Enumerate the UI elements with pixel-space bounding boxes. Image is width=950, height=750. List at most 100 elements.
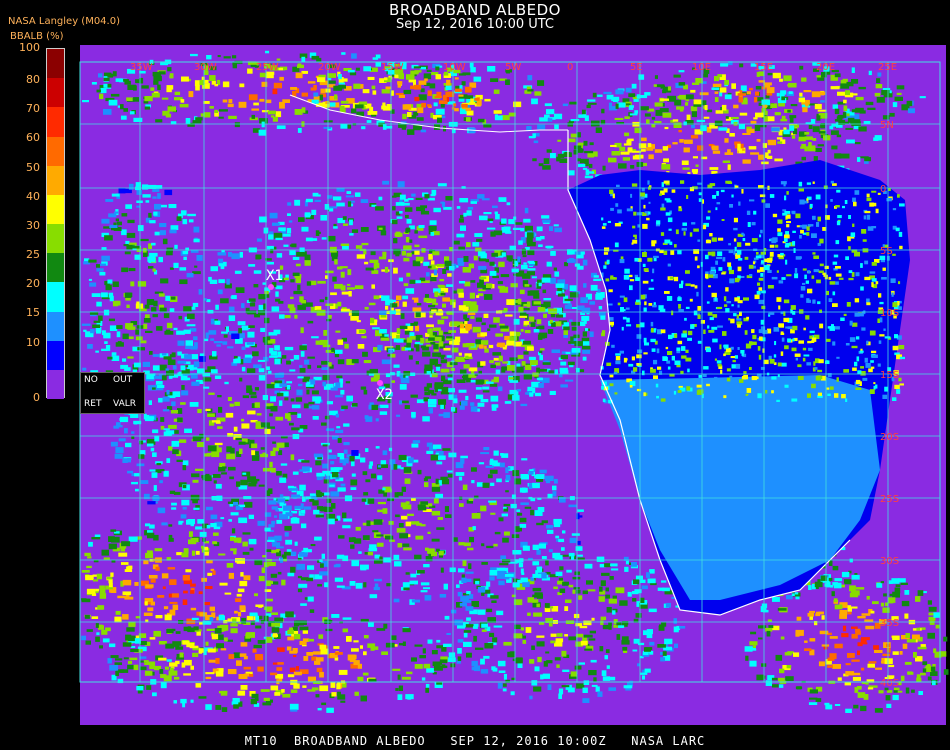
cloud-pixel: [242, 541, 248, 547]
cloud-pixel: [523, 303, 528, 307]
cloud-pixel: [834, 704, 841, 706]
cloud-pixel: [361, 335, 367, 339]
cloud-pixel: [328, 362, 332, 367]
cloud-pixel: [527, 89, 534, 92]
cloud-pixel: [469, 536, 474, 543]
cloud-pixel: [433, 102, 438, 107]
cloud-pixel: [492, 352, 502, 356]
cloud-pixel: [524, 506, 532, 509]
cloud-pixel: [166, 629, 174, 634]
cloud-pixel: [547, 684, 552, 690]
cloud-pixel: [178, 520, 184, 523]
cloud-pixel: [845, 671, 855, 676]
cloud-pixel: [552, 491, 557, 497]
cloud-pixel: [520, 474, 529, 480]
cloud-pixel: [375, 418, 379, 422]
cloud-pixel: [851, 659, 860, 662]
cloud-pixel: [823, 135, 831, 141]
cloud-pixel: [239, 377, 243, 382]
cloud-pixel: [273, 685, 277, 690]
cloud-pixel: [259, 98, 265, 102]
cloud-pixel: [437, 319, 445, 325]
cloud-pixel: [311, 209, 317, 215]
cloud-pixel: [473, 76, 482, 82]
cloud-pixel: [493, 110, 502, 114]
cloud-pixel: [249, 302, 256, 307]
cloud-pixel: [444, 260, 452, 267]
cloud-pixel: [442, 448, 451, 451]
cloud-pixel: [503, 641, 512, 646]
cloud-pixel: [382, 180, 390, 185]
cloud-pixel: [347, 269, 352, 276]
cloud-pixel: [272, 447, 279, 452]
cloud-pixel: [784, 652, 792, 656]
land-cloud-pixel: [792, 230, 796, 233]
cloud-pixel: [193, 226, 200, 233]
land-cloud-pixel: [879, 334, 885, 337]
cloud-pixel: [155, 615, 163, 619]
cloud-pixel: [137, 347, 145, 351]
land-cloud-pixel: [860, 286, 864, 291]
cloud-pixel: [276, 392, 284, 397]
cloud-pixel: [220, 517, 225, 520]
cloud-pixel: [628, 93, 636, 98]
cloud-pixel: [316, 309, 326, 316]
cloud-pixel: [490, 364, 496, 368]
cloud-pixel: [210, 523, 217, 528]
cloud-pixel: [440, 292, 446, 296]
cloud-pixel: [521, 458, 528, 461]
cloud-pixel: [606, 94, 614, 100]
cloud-pixel: [654, 149, 663, 153]
cloud-pixel: [395, 345, 401, 350]
cloud-pixel: [546, 525, 554, 529]
cloud-pixel: [317, 708, 322, 711]
cloud-pixel: [477, 282, 484, 288]
cloud-pixel: [360, 564, 369, 570]
cloud-pixel: [463, 641, 472, 647]
cloud-pixel: [853, 672, 861, 676]
cloud-pixel: [343, 518, 353, 522]
cloud-pixel: [235, 598, 242, 602]
cloud-pixel: [692, 170, 698, 174]
cloud-pixel: [349, 219, 353, 226]
cloud-pixel: [525, 392, 530, 395]
cloud-pixel: [356, 254, 366, 259]
cloud-pixel: [312, 500, 319, 506]
cloud-pixel: [208, 330, 217, 335]
cloud-pixel: [182, 485, 187, 489]
cloud-pixel: [255, 254, 261, 260]
cloud-pixel: [341, 405, 348, 410]
cloud-pixel: [767, 619, 772, 622]
land-cloud-pixel: [854, 298, 860, 303]
cloud-pixel: [779, 668, 785, 674]
cloud-pixel: [143, 612, 153, 616]
cloud-pixel: [449, 247, 453, 252]
cloud-pixel: [577, 554, 583, 557]
satellite-albedo-viewer: 35W 30W 25W 20W 15W 10W 5W 0 5E 10E 15E 20E 25E 5N 0 5S…: [0, 0, 950, 750]
cloud-pixel: [183, 673, 191, 676]
cloud-pixel: [290, 454, 295, 461]
cloud-pixel: [610, 144, 617, 147]
cloud-pixel: [179, 279, 188, 285]
cloud-pixel: [251, 108, 259, 111]
cloud-pixel: [484, 98, 491, 102]
cloud-pixel: [554, 271, 560, 277]
cloud-pixel: [232, 698, 240, 703]
cloud-pixel: [731, 116, 739, 120]
cloud-pixel: [377, 509, 384, 513]
cloud-pixel: [562, 581, 569, 586]
cloud-pixel: [403, 89, 412, 95]
cloud-pixel: [256, 413, 262, 416]
cloud-pixel: [752, 648, 757, 651]
cloud-pixel: [205, 586, 213, 589]
cloud-pixel: [490, 512, 496, 515]
cloud-pixel: [141, 184, 149, 190]
cloud-pixel: [289, 422, 294, 426]
cloud-pixel: [240, 572, 244, 577]
cloud-pixel: [210, 338, 215, 341]
cloud-pixel: [829, 653, 837, 660]
cloud-pixel: [123, 657, 129, 660]
cloud-pixel: [583, 620, 592, 626]
cloud-pixel: [115, 218, 119, 222]
cloud-pixel: [436, 263, 446, 267]
